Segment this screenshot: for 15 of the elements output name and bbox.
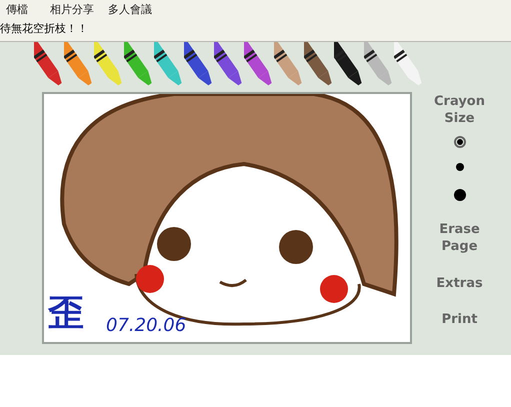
- drawing-canvas[interactable]: 歪 07.20.06: [42, 92, 412, 344]
- crayon-size-label: Crayon Size: [433, 94, 486, 128]
- date-text: 07.20.06: [106, 315, 186, 336]
- size-dot-icon: [456, 138, 462, 145]
- caption-text: 待無花空折枝！！: [0, 21, 89, 36]
- size-dot-icon: [454, 188, 466, 201]
- menu-item[interactable]: 傳檔: [6, 2, 28, 16]
- sidebar-button[interactable]: Extras: [424, 276, 494, 292]
- size-option[interactable]: [454, 136, 466, 148]
- menu-item[interactable]: 相片分享: [50, 2, 94, 16]
- size-dot-icon: [456, 162, 464, 171]
- menu-item[interactable]: 多人會議: [108, 2, 152, 16]
- sidebar-button[interactable]: Print: [424, 312, 494, 330]
- signature-text: 歪: [48, 292, 84, 336]
- sidebar-button[interactable]: Erase Page: [434, 222, 484, 256]
